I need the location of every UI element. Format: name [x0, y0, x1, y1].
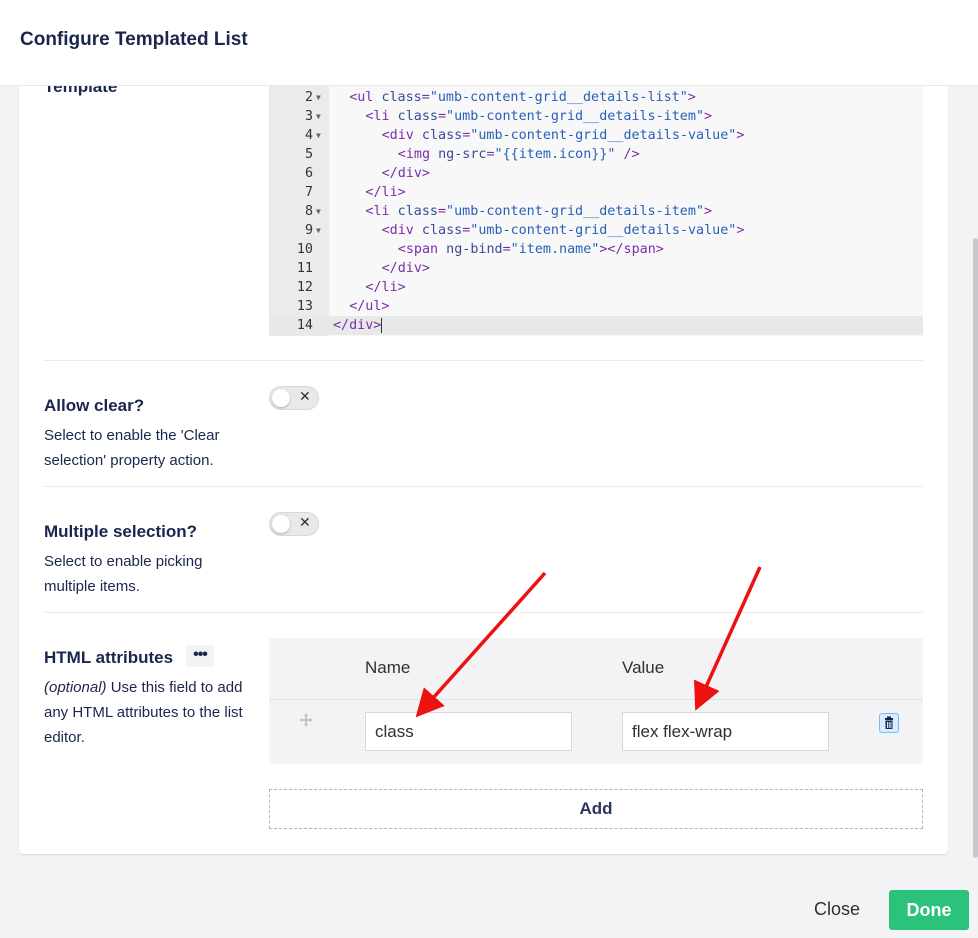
fold-icon[interactable]: ▼: [316, 221, 321, 240]
more-options-button[interactable]: •••: [186, 645, 214, 667]
code-line[interactable]: 2 ▼ <ul class="umb-content-grid__details-l…: [269, 88, 923, 107]
line-number: 3: [304, 109, 313, 124]
code-text: <img ng-src="{{item.icon}}" />: [397, 147, 640, 162]
fold-icon[interactable]: ▼: [316, 202, 321, 221]
code-line[interactable]: 7 </li>: [269, 183, 923, 202]
code-line[interactable]: 4 ▼ <div class="umb-content-grid__details-…: [269, 126, 923, 145]
code-text: <div class="umb-content-grid__details-va…: [381, 223, 745, 238]
code-line[interactable]: 6 </div>: [269, 164, 923, 183]
toggle-knob: [272, 515, 290, 533]
line-number: 9: [304, 223, 313, 238]
close-icon: ✕: [299, 514, 311, 530]
line-number: 2: [304, 90, 313, 105]
multiple-selection-description: Select to enable picking multiple items.: [44, 553, 203, 595]
attribute-value-input[interactable]: flex flex-wrap: [622, 712, 829, 751]
multiple-selection-label: Multiple selection?: [44, 522, 198, 541]
code-text: </li>: [365, 280, 406, 295]
allow-clear-description: Select to enable the 'Clear selection' p…: [44, 427, 220, 469]
code-text: <span ng-bind="item.name"></span>: [397, 242, 664, 257]
html-attributes-description: (optional) Use this field to add any HTM…: [44, 675, 249, 750]
fold-icon[interactable]: ▼: [316, 88, 321, 107]
line-number: 8: [304, 204, 313, 219]
close-button[interactable]: Close: [814, 899, 860, 920]
line-number: 12: [296, 280, 313, 295]
scrollbar-thumb[interactable]: [973, 238, 978, 858]
code-text: <li class="umb-content-grid__details-ite…: [365, 109, 713, 124]
done-button[interactable]: Done: [889, 890, 969, 930]
attribute-name-input[interactable]: class: [365, 712, 572, 751]
code-line[interactable]: 14 </div>: [269, 316, 923, 335]
allow-clear-label: Allow clear?: [44, 396, 145, 415]
code-text: <li class="umb-content-grid__details-ite…: [365, 204, 713, 219]
toggle-knob: [272, 389, 290, 407]
line-number: 13: [296, 299, 313, 314]
fold-icon[interactable]: ▼: [316, 107, 321, 126]
attributes-table: Name Value class flex flex-wrap: [269, 638, 923, 764]
text-cursor: [381, 317, 383, 333]
code-text: </ul>: [349, 299, 390, 314]
allow-clear-toggle[interactable]: ✕: [269, 386, 319, 410]
code-text: </li>: [365, 185, 406, 200]
line-number: 4: [304, 128, 313, 143]
code-text: <ul class="umb-content-grid__details-lis…: [349, 90, 696, 105]
line-number: 6: [304, 166, 313, 181]
delete-row-button[interactable]: [879, 713, 899, 733]
drag-handle-icon[interactable]: [298, 712, 314, 728]
close-icon: ✕: [299, 388, 311, 404]
code-line[interactable]: 13 </ul>: [269, 297, 923, 316]
code-line[interactable]: 12 </li>: [269, 278, 923, 297]
line-number: 11: [296, 261, 313, 276]
line-number: 5: [304, 147, 313, 162]
optional-tag: (optional): [44, 679, 107, 696]
code-text: </div>: [381, 261, 430, 276]
code-text: </div>: [381, 166, 430, 181]
column-header-value: Value: [622, 658, 665, 677]
code-line[interactable]: 3 ▼ <li class="umb-content-grid__details-i…: [269, 107, 923, 126]
fold-icon[interactable]: ▼: [316, 126, 321, 145]
add-attribute-button[interactable]: Add: [269, 789, 923, 829]
code-line[interactable]: 5 <img ng-src="{{item.icon}}" />: [269, 145, 923, 164]
line-number: 14: [296, 318, 313, 333]
trash-icon: [885, 716, 893, 729]
line-number: 7: [304, 185, 313, 200]
template-code-editor[interactable]: 2 ▼ <ul class="umb-content-grid__details-l…: [269, 86, 923, 336]
divider: [44, 612, 923, 613]
row-divider: [269, 699, 923, 700]
html-attributes-label: HTML attributes: [44, 648, 174, 667]
code-line[interactable]: 11 </div>: [269, 259, 923, 278]
header-overlay: [0, 0, 978, 86]
divider: [44, 486, 923, 487]
divider: [44, 360, 923, 361]
code-text: </div>: [333, 317, 383, 333]
code-text: <div class="umb-content-grid__details-va…: [381, 128, 745, 143]
code-line[interactable]: 8 ▼ <li class="umb-content-grid__details-i…: [269, 202, 923, 221]
column-header-name: Name: [365, 658, 411, 677]
line-number: 10: [296, 242, 313, 257]
code-line[interactable]: 9 ▼ <div class="umb-content-grid__details-…: [269, 221, 923, 240]
code-line[interactable]: 10 <span ng-bind="item.name"></span>: [269, 240, 923, 259]
multiple-selection-toggle[interactable]: ✕: [269, 512, 319, 536]
